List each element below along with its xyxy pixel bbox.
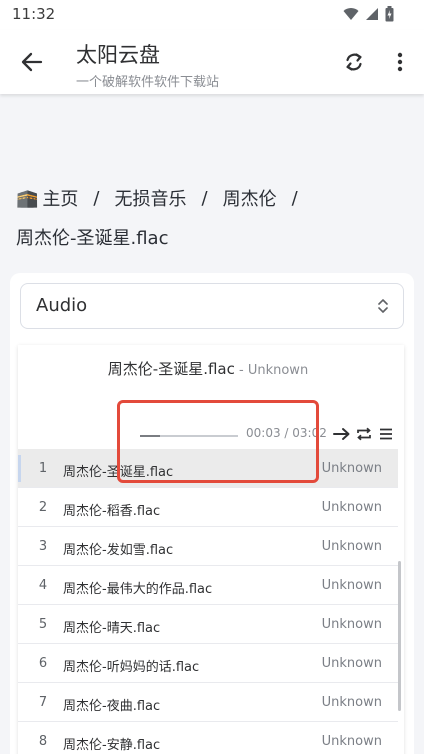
track-number: 2 [38,500,48,515]
app-bar: 太阳云盘 一个破解软件软件下载站 [0,30,424,94]
breadcrumb-separator: / [291,187,298,209]
annotation-highlight-box [117,400,319,483]
track-artist: Unknown [321,695,382,710]
track-name: 周杰伦-晴天.flac [63,621,161,636]
playlist-item[interactable]: 2 周杰伦-稻香.flac Unknown [18,488,398,527]
track-artist: Unknown [321,617,382,632]
app-subtitle: 一个破解软件软件下载站 [76,75,220,90]
preview-type-select[interactable]: Audio [20,283,404,329]
track-artist: Unknown [321,734,382,749]
playlist-menu-button[interactable] [376,424,396,444]
now-playing-title: 周杰伦-圣诞星.flac - Unknown [18,358,398,379]
track-name: 周杰伦-听妈妈的话.flac [63,660,200,675]
playlist-item[interactable]: 7 周杰伦-夜曲.flac Unknown [18,683,398,722]
breadcrumb-home[interactable]: 主页 [42,185,78,211]
status-icons [343,6,394,22]
breadcrumb-current-file: 周杰伦-圣诞星.flac [16,228,169,249]
more-vertical-icon [397,52,403,72]
loop-button[interactable] [354,424,374,444]
playlist-item[interactable]: 8 周杰伦-安静.flac Unknown [18,722,398,754]
track-artist: Unknown [321,578,382,593]
track-artist: Unknown [321,500,382,515]
back-button[interactable] [14,46,50,78]
track-number: 8 [38,734,48,749]
arrow-left-icon [21,52,43,72]
track-name: 周杰伦-发如雪.flac [63,543,174,558]
playlist-item[interactable]: 4 周杰伦-最伟大的作品.flac Unknown [18,566,398,605]
preview-type-value: Audio [36,295,88,316]
now-playing-artist: - Unknown [234,363,309,378]
track-number: 1 [38,461,48,476]
playlist-scrollbar[interactable] [398,561,401,711]
playlist-item[interactable]: 6 周杰伦-听妈妈的话.flac Unknown [18,644,398,683]
track-number: 6 [38,656,48,671]
breadcrumb-separator: / [201,187,208,209]
track-name: 周杰伦-稻香.flac [63,504,161,519]
playlist-item[interactable]: 5 周杰伦-晴天.flac Unknown [18,605,398,644]
breadcrumb-lossless-music[interactable]: 无损音乐 [115,185,187,211]
track-number: 7 [38,695,48,710]
playlist-item[interactable]: 3 周杰伦-发如雪.flac Unknown [18,527,398,566]
track-name: 周杰伦-最伟大的作品.flac [63,582,213,597]
repeat-icon [357,427,371,441]
wifi-icon [343,8,359,20]
track-number: 3 [38,539,48,554]
track-artist: Unknown [321,656,382,671]
breadcrumb: 🕋 主页 / 无损音乐 / 周杰伦 / 周杰伦-圣诞星.flac [16,184,416,252]
signal-icon [366,8,378,20]
home-icon: 🕋 [16,187,39,209]
arrow-right-icon [333,428,350,440]
chevron-up-down-icon [378,299,388,313]
breadcrumb-separator: / [93,187,100,209]
file-preview-card: Audio 周杰伦-圣诞星.flac - Unknown 00:03 / 03:… [10,273,414,754]
play-order-button[interactable] [332,424,352,444]
track-number: 5 [38,617,48,632]
refresh-icon [346,53,362,71]
refresh-button[interactable] [340,48,368,76]
track-number: 4 [38,578,48,593]
status-bar: 11:32 [0,0,424,30]
playlist: 1 周杰伦-圣诞星.flac Unknown 2 周杰伦-稻香.flac Unknown 3… [18,449,398,754]
now-playing-name: 周杰伦-圣诞星.flac [107,360,235,378]
breadcrumb-jay-chou[interactable]: 周杰伦 [223,185,277,211]
more-options-button[interactable] [386,48,414,76]
status-time: 11:32 [12,5,56,23]
battery-icon [385,6,394,22]
track-name: 周杰伦-夜曲.flac [63,699,161,714]
app-title: 太阳云盘 [76,43,160,67]
track-artist: Unknown [321,539,382,554]
track-artist: Unknown [321,461,382,476]
menu-icon [380,428,392,440]
track-name: 周杰伦-安静.flac [63,738,161,753]
